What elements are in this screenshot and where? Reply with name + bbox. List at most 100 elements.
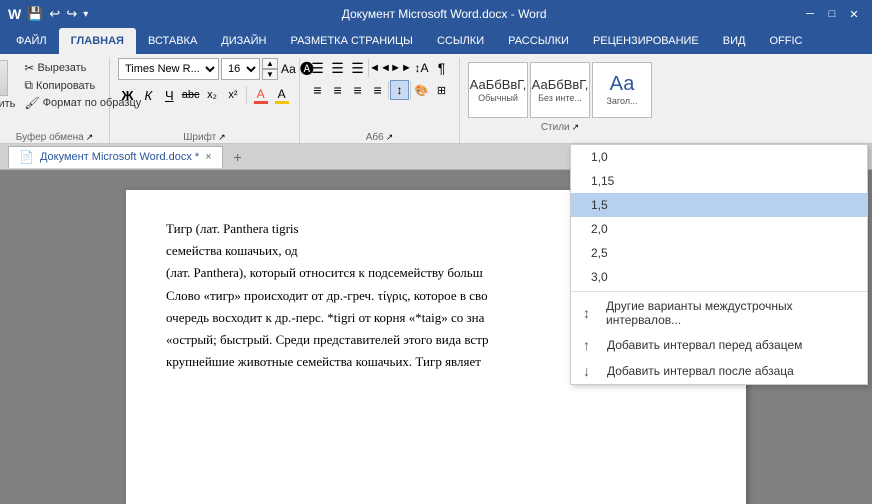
tab-home[interactable]: ГЛАВНАЯ	[59, 28, 136, 54]
cut-icon: ✂	[24, 61, 34, 75]
maximize-button[interactable]: □	[822, 4, 842, 24]
show-marks-button[interactable]: ¶	[432, 58, 451, 78]
line-spacing-dropdown: 1,0 1,15 1,5 2,0 2,5 3,0 ↕ Другие вариан…	[570, 144, 868, 385]
style-normal-preview: АаБбВвГ,	[470, 78, 527, 91]
paste-icon: 📋	[0, 60, 8, 96]
paste-button[interactable]: 📋 Вставить	[0, 58, 19, 112]
doc-tab-close-button[interactable]: ×	[205, 151, 211, 163]
add-space-before-icon: ↑	[583, 337, 599, 353]
styles-content: АаБбВвГ, Обычный АаБбВвГ, Без инте... Аа…	[462, 58, 658, 122]
quick-access-undo[interactable]: ↩	[49, 6, 60, 22]
add-space-after-button[interactable]: ↓ Добавить интервал после абзаца	[571, 358, 867, 384]
style-heading-label: Загол...	[606, 96, 637, 106]
style-heading[interactable]: Аа Загол...	[592, 62, 652, 118]
spacing-2-5[interactable]: 2,5	[571, 241, 867, 265]
style-heading-preview: Аа	[610, 74, 635, 94]
strikethrough-button[interactable]: abc	[181, 84, 201, 106]
clipboard-expand-icon[interactable]: ↗	[86, 132, 94, 143]
paragraph-expand-icon[interactable]: ↗	[386, 132, 394, 143]
doc-tab-icon: 📄	[19, 150, 34, 164]
document-tab[interactable]: 📄 Документ Microsoft Word.docx * ×	[8, 146, 223, 168]
style-no-spacing-preview: АаБбВвГ,	[532, 78, 589, 91]
copy-icon: ⧉	[24, 78, 33, 93]
font-name-select[interactable]: Times New R...	[118, 58, 219, 80]
tab-office[interactable]: OFFIC	[757, 28, 814, 54]
change-case-button[interactable]: Аа	[280, 58, 297, 80]
tab-review[interactable]: РЕЦЕНЗИРОВАНИЕ	[581, 28, 711, 54]
font-format-buttons: Ж К Ч abc x₂ x² A A	[118, 84, 291, 106]
justify-button[interactable]: ≡	[368, 80, 387, 100]
font-label-row: Шрифт ↗	[118, 132, 291, 143]
minimize-button[interactable]: ─	[800, 4, 820, 24]
title-bar: W 💾 ↩ ↪ ▾ Документ Microsoft Word.docx -…	[0, 0, 872, 28]
bullets-button[interactable]: ☰	[308, 58, 327, 78]
window-title: Документ Microsoft Word.docx - Word	[88, 7, 800, 21]
quick-access-save[interactable]: 💾	[27, 6, 43, 22]
align-center-button[interactable]: ≡	[328, 80, 347, 100]
tab-design[interactable]: ДИЗАЙН	[209, 28, 278, 54]
close-button[interactable]: ✕	[844, 4, 864, 24]
paragraph-row2: ≡ ≡ ≡ ≡ ↕ 🎨 ⊞	[308, 80, 451, 100]
doc-tab-title: Документ Microsoft Word.docx *	[40, 151, 199, 163]
styles-label-row: Стили ↗	[468, 122, 652, 133]
divider	[246, 86, 247, 104]
bold-button[interactable]: Ж	[118, 84, 137, 106]
title-bar-left: W 💾 ↩ ↪ ▾	[8, 6, 88, 22]
tab-mailings[interactable]: РАССЫЛКИ	[496, 28, 581, 54]
style-normal[interactable]: АаБбВвГ, Обычный	[468, 62, 528, 118]
font-group: Times New R... 16 ▲ ▼ Аа 🅐 Ж К Ч abc x₂ …	[110, 58, 300, 143]
new-tab-button[interactable]: +	[223, 146, 253, 168]
highlight-button[interactable]: A	[272, 84, 291, 106]
sort-button[interactable]: ↕A	[412, 58, 431, 78]
tab-file[interactable]: ФАЙЛ	[4, 28, 59, 54]
window-controls: ─ □ ✕	[800, 4, 864, 24]
font-size-increase[interactable]: ▲	[262, 58, 278, 69]
paragraph-row1: ☰ ☰ ☰ ◄◄ ►► ↕A ¶	[308, 58, 451, 78]
style-no-spacing[interactable]: АаБбВвГ, Без инте...	[530, 62, 590, 118]
quick-access-redo[interactable]: ↪	[66, 6, 77, 22]
subscript-button[interactable]: x₂	[203, 84, 222, 106]
style-no-spacing-label: Без инте...	[538, 93, 582, 103]
font-expand-icon[interactable]: ↗	[218, 132, 226, 143]
styles-expand-icon[interactable]: ↗	[572, 122, 580, 133]
spacing-other-options[interactable]: ↕ Другие варианты междустрочных интервал…	[571, 294, 867, 332]
text-color-button[interactable]: A	[251, 84, 270, 106]
spacing-divider	[571, 291, 867, 292]
format-painter-icon: 🖌	[24, 96, 39, 110]
divider2	[388, 81, 389, 99]
style-normal-label: Обычный	[478, 93, 518, 103]
spacing-3-0[interactable]: 3,0	[571, 265, 867, 289]
spacing-1-15[interactable]: 1,15	[571, 169, 867, 193]
shading-button[interactable]: 🎨	[412, 80, 431, 100]
underline-button[interactable]: Ч	[160, 84, 179, 106]
numbering-button[interactable]: ☰	[328, 58, 347, 78]
word-logo-icon: W	[8, 6, 21, 22]
tab-view[interactable]: ВИД	[711, 28, 758, 54]
borders-button[interactable]: ⊞	[432, 80, 451, 100]
tab-references[interactable]: ССЫЛКИ	[425, 28, 496, 54]
decrease-indent-button[interactable]: ◄◄	[370, 58, 390, 78]
clipboard-label-row: Буфер обмена ↗	[8, 132, 101, 143]
font-size-arrows: ▲ ▼	[262, 58, 278, 80]
tab-insert[interactable]: ВСТАВКА	[136, 28, 209, 54]
add-space-before-button[interactable]: ↑ Добавить интервал перед абзацем	[571, 332, 867, 358]
spacing-other-icon: ↕	[583, 305, 598, 321]
align-left-button[interactable]: ≡	[308, 80, 327, 100]
increase-indent-button[interactable]: ►►	[391, 58, 411, 78]
new-tab-icon: +	[234, 149, 242, 165]
divider3	[410, 81, 411, 99]
font-size-select[interactable]: 16	[221, 58, 260, 80]
align-right-button[interactable]: ≡	[348, 80, 367, 100]
styles-group: АаБбВвГ, Обычный АаБбВвГ, Без инте... Аа…	[460, 58, 660, 143]
spacing-1-0[interactable]: 1,0	[571, 145, 867, 169]
line-spacing-button[interactable]: ↕	[390, 80, 409, 100]
add-space-after-icon: ↓	[583, 363, 599, 379]
multilevel-button[interactable]: ☰	[348, 58, 367, 78]
superscript-button[interactable]: x²	[223, 84, 242, 106]
spacing-1-5[interactable]: 1,5	[571, 193, 867, 217]
tab-layout[interactable]: РАЗМЕТКА СТРАНИЦЫ	[278, 28, 424, 54]
italic-button[interactable]: К	[139, 84, 158, 106]
spacing-2-0[interactable]: 2,0	[571, 217, 867, 241]
font-size-decrease[interactable]: ▼	[262, 69, 278, 80]
clipboard-group: 📋 Вставить ✂ Вырезать ⧉ Копировать 🖌 Фор…	[0, 58, 110, 143]
